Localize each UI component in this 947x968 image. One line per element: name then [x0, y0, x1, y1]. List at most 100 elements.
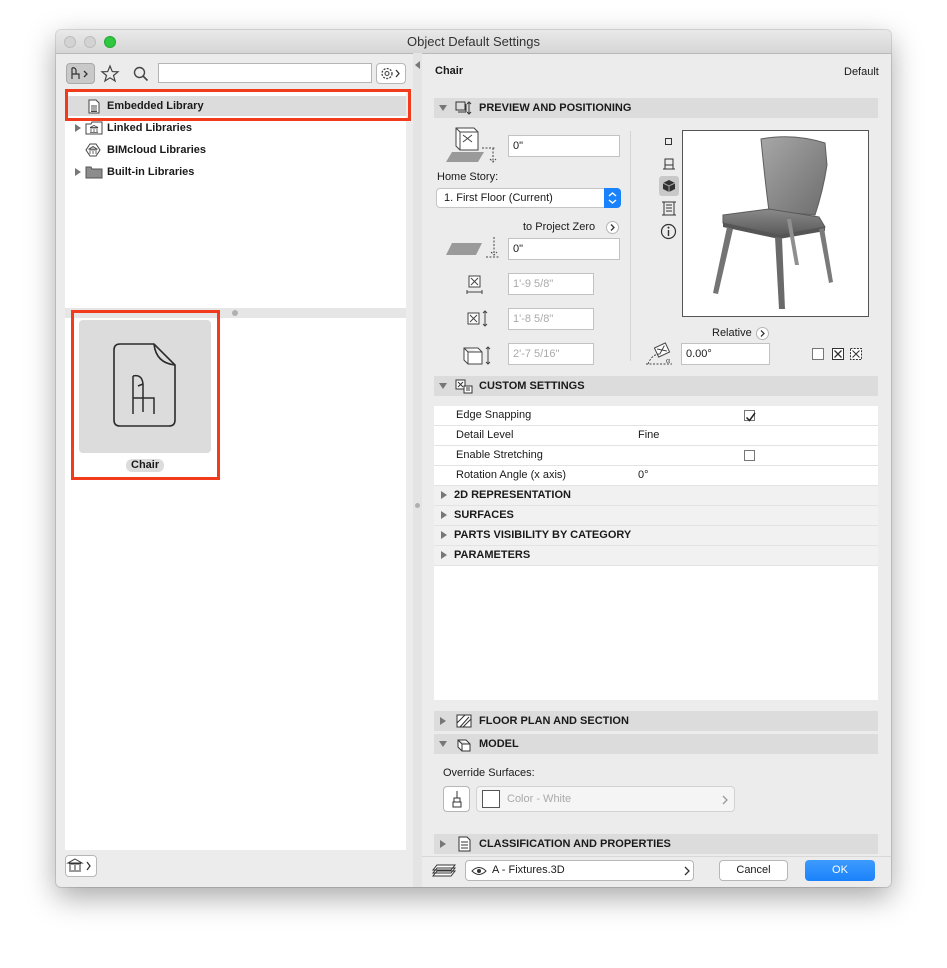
subsection-parameters[interactable]: PARAMETERS	[434, 546, 878, 566]
subsection-label: 2D REPRESENTATION	[454, 489, 571, 501]
row-value[interactable]: Fine	[638, 426, 659, 445]
subsection-parts-visibility[interactable]: PARTS VISIBILITY BY CATEGORY	[434, 526, 878, 546]
edge-snapping-checkbox[interactable]	[744, 410, 756, 422]
minimize-button[interactable]	[84, 36, 96, 48]
cancel-button[interactable]: Cancel	[719, 860, 788, 881]
highlight-chair-object	[71, 310, 220, 480]
custom-row-rotation-angle[interactable]: Rotation Angle (x axis) 0°	[434, 466, 878, 486]
surface-select[interactable]: Color - White	[476, 786, 735, 812]
rotation-angle-icon: α	[646, 342, 672, 365]
custom-row-edge-snapping[interactable]: Edge Snapping	[434, 406, 878, 426]
rotation-field[interactable]: 0.00°	[681, 343, 770, 365]
tree-item-bimcloud-libraries[interactable]: BIMcloud Libraries	[65, 140, 406, 160]
checkmark-icon	[745, 412, 756, 422]
subsection-label: PARTS VISIBILITY BY CATEGORY	[454, 529, 632, 541]
custom-settings-empty-area	[434, 566, 878, 700]
project-zero-field[interactable]: 0"	[508, 238, 620, 260]
subsection-2d-representation[interactable]: 2D REPRESENTATION	[434, 486, 878, 506]
home-story-value: 1. First Floor (Current)	[444, 192, 553, 204]
enable-stretching-checkbox[interactable]	[744, 450, 755, 461]
expand-triangle-icon[interactable]	[439, 741, 447, 747]
layer-value: A - Fixtures.3D	[492, 864, 565, 876]
disclosure-triangle-icon[interactable]	[75, 124, 81, 132]
row-label: Detail Level	[456, 429, 514, 441]
section-title: MODEL	[479, 738, 519, 750]
expand-triangle-icon[interactable]	[439, 105, 447, 111]
surface-color-swatch	[482, 790, 500, 808]
relative-chevron-icon[interactable]	[756, 327, 769, 340]
disclosure-triangle-icon[interactable]	[441, 531, 447, 539]
custom-row-detail-level[interactable]: Detail Level Fine	[434, 426, 878, 446]
home-story-label: Home Story:	[437, 171, 499, 183]
library-search-input[interactable]	[158, 63, 372, 83]
layer-select[interactable]: A - Fixtures.3D	[465, 860, 694, 881]
search-icon[interactable]	[132, 65, 150, 83]
mirrored-icon[interactable]	[849, 347, 864, 361]
chevron-right-icon	[722, 795, 728, 805]
custom-row-enable-stretching[interactable]: Enable Stretching	[434, 446, 878, 466]
floor-plan-view-icon[interactable]	[665, 138, 672, 145]
disclosure-triangle-icon[interactable]	[441, 551, 447, 559]
width-field[interactable]: 1'-9 5/8"	[508, 273, 594, 295]
disclosure-triangle-icon[interactable]	[75, 168, 81, 176]
object-default-settings-window: Object Default Settings Embedded Library…	[56, 30, 891, 887]
floor-plan-icon	[456, 714, 472, 728]
section-title: CUSTOM SETTINGS	[479, 380, 585, 392]
close-button[interactable]	[64, 36, 76, 48]
collapse-arrow-icon[interactable]	[415, 61, 420, 69]
3d-view-button[interactable]	[659, 176, 679, 196]
mirror-icon[interactable]	[831, 347, 846, 361]
section-floor-plan-and-section[interactable]: FLOOR PLAN AND SECTION	[434, 711, 878, 731]
ok-button[interactable]: OK	[805, 860, 875, 881]
disclosure-triangle-icon[interactable]	[441, 491, 447, 499]
elevation-field[interactable]: 0"	[508, 135, 620, 157]
disclosure-triangle-icon[interactable]	[440, 717, 446, 725]
tree-item-built-in-libraries[interactable]: Built-in Libraries	[65, 162, 406, 182]
tree-item-linked-libraries[interactable]: Linked Libraries	[65, 118, 406, 138]
chair-library-icon	[71, 67, 88, 79]
section-title: FLOOR PLAN AND SECTION	[479, 715, 629, 727]
home-story-select[interactable]: 1. First Floor (Current)	[436, 188, 621, 208]
favorites-star-icon[interactable]	[100, 64, 120, 84]
project-zero-icon	[446, 237, 500, 258]
row-label: Edge Snapping	[456, 409, 532, 421]
splitter-handle[interactable]	[232, 310, 238, 316]
highlight-embedded-library	[65, 89, 411, 121]
pane-divider[interactable]	[413, 53, 422, 887]
depth-field[interactable]: 1'-8 5/8"	[508, 308, 594, 330]
zoom-button[interactable]	[104, 36, 116, 48]
preview-divider	[630, 131, 631, 361]
info-icon[interactable]	[660, 223, 677, 240]
section-view-icon[interactable]	[662, 157, 676, 170]
row-value[interactable]: 0°	[638, 466, 649, 485]
section-title: CLASSIFICATION AND PROPERTIES	[479, 838, 671, 850]
disclosure-triangle-icon[interactable]	[441, 511, 447, 519]
eye-icon	[471, 867, 487, 875]
override-surfaces-brush-button[interactable]	[443, 786, 470, 812]
section-classification-and-properties[interactable]: CLASSIFICATION AND PROPERTIES	[434, 834, 878, 854]
elevation-icon	[446, 127, 497, 163]
expand-triangle-icon[interactable]	[439, 383, 447, 389]
library-manager-button[interactable]	[65, 855, 97, 877]
tree-item-label: Built-in Libraries	[107, 166, 195, 178]
to-project-zero-chevron-icon[interactable]	[606, 221, 619, 234]
elevation-view-icon[interactable]	[660, 200, 678, 217]
select-stepper-icon[interactable]	[604, 188, 621, 208]
section-custom-settings[interactable]: CUSTOM SETTINGS	[434, 376, 878, 396]
mirror-checkbox[interactable]	[812, 348, 824, 360]
subsection-surfaces[interactable]: SURFACES	[434, 506, 878, 526]
linked-library-icon	[85, 121, 103, 135]
section-preview-and-positioning[interactable]: PREVIEW AND POSITIONING	[434, 98, 878, 118]
disclosure-triangle-icon[interactable]	[440, 840, 446, 848]
subsection-label: SURFACES	[454, 509, 514, 521]
classification-icon	[458, 836, 471, 852]
tree-item-label: BIMcloud Libraries	[107, 144, 207, 156]
depth-dimension-icon	[467, 310, 488, 327]
height-field[interactable]: 2'-7 5/16"	[508, 343, 594, 365]
library-view-button[interactable]	[66, 63, 95, 84]
library-settings-button[interactable]	[376, 63, 406, 84]
divider-handle[interactable]	[415, 503, 420, 508]
subsection-label: PARAMETERS	[454, 549, 531, 561]
section-model[interactable]: MODEL	[434, 734, 878, 754]
preview-positioning-icon	[455, 101, 472, 115]
